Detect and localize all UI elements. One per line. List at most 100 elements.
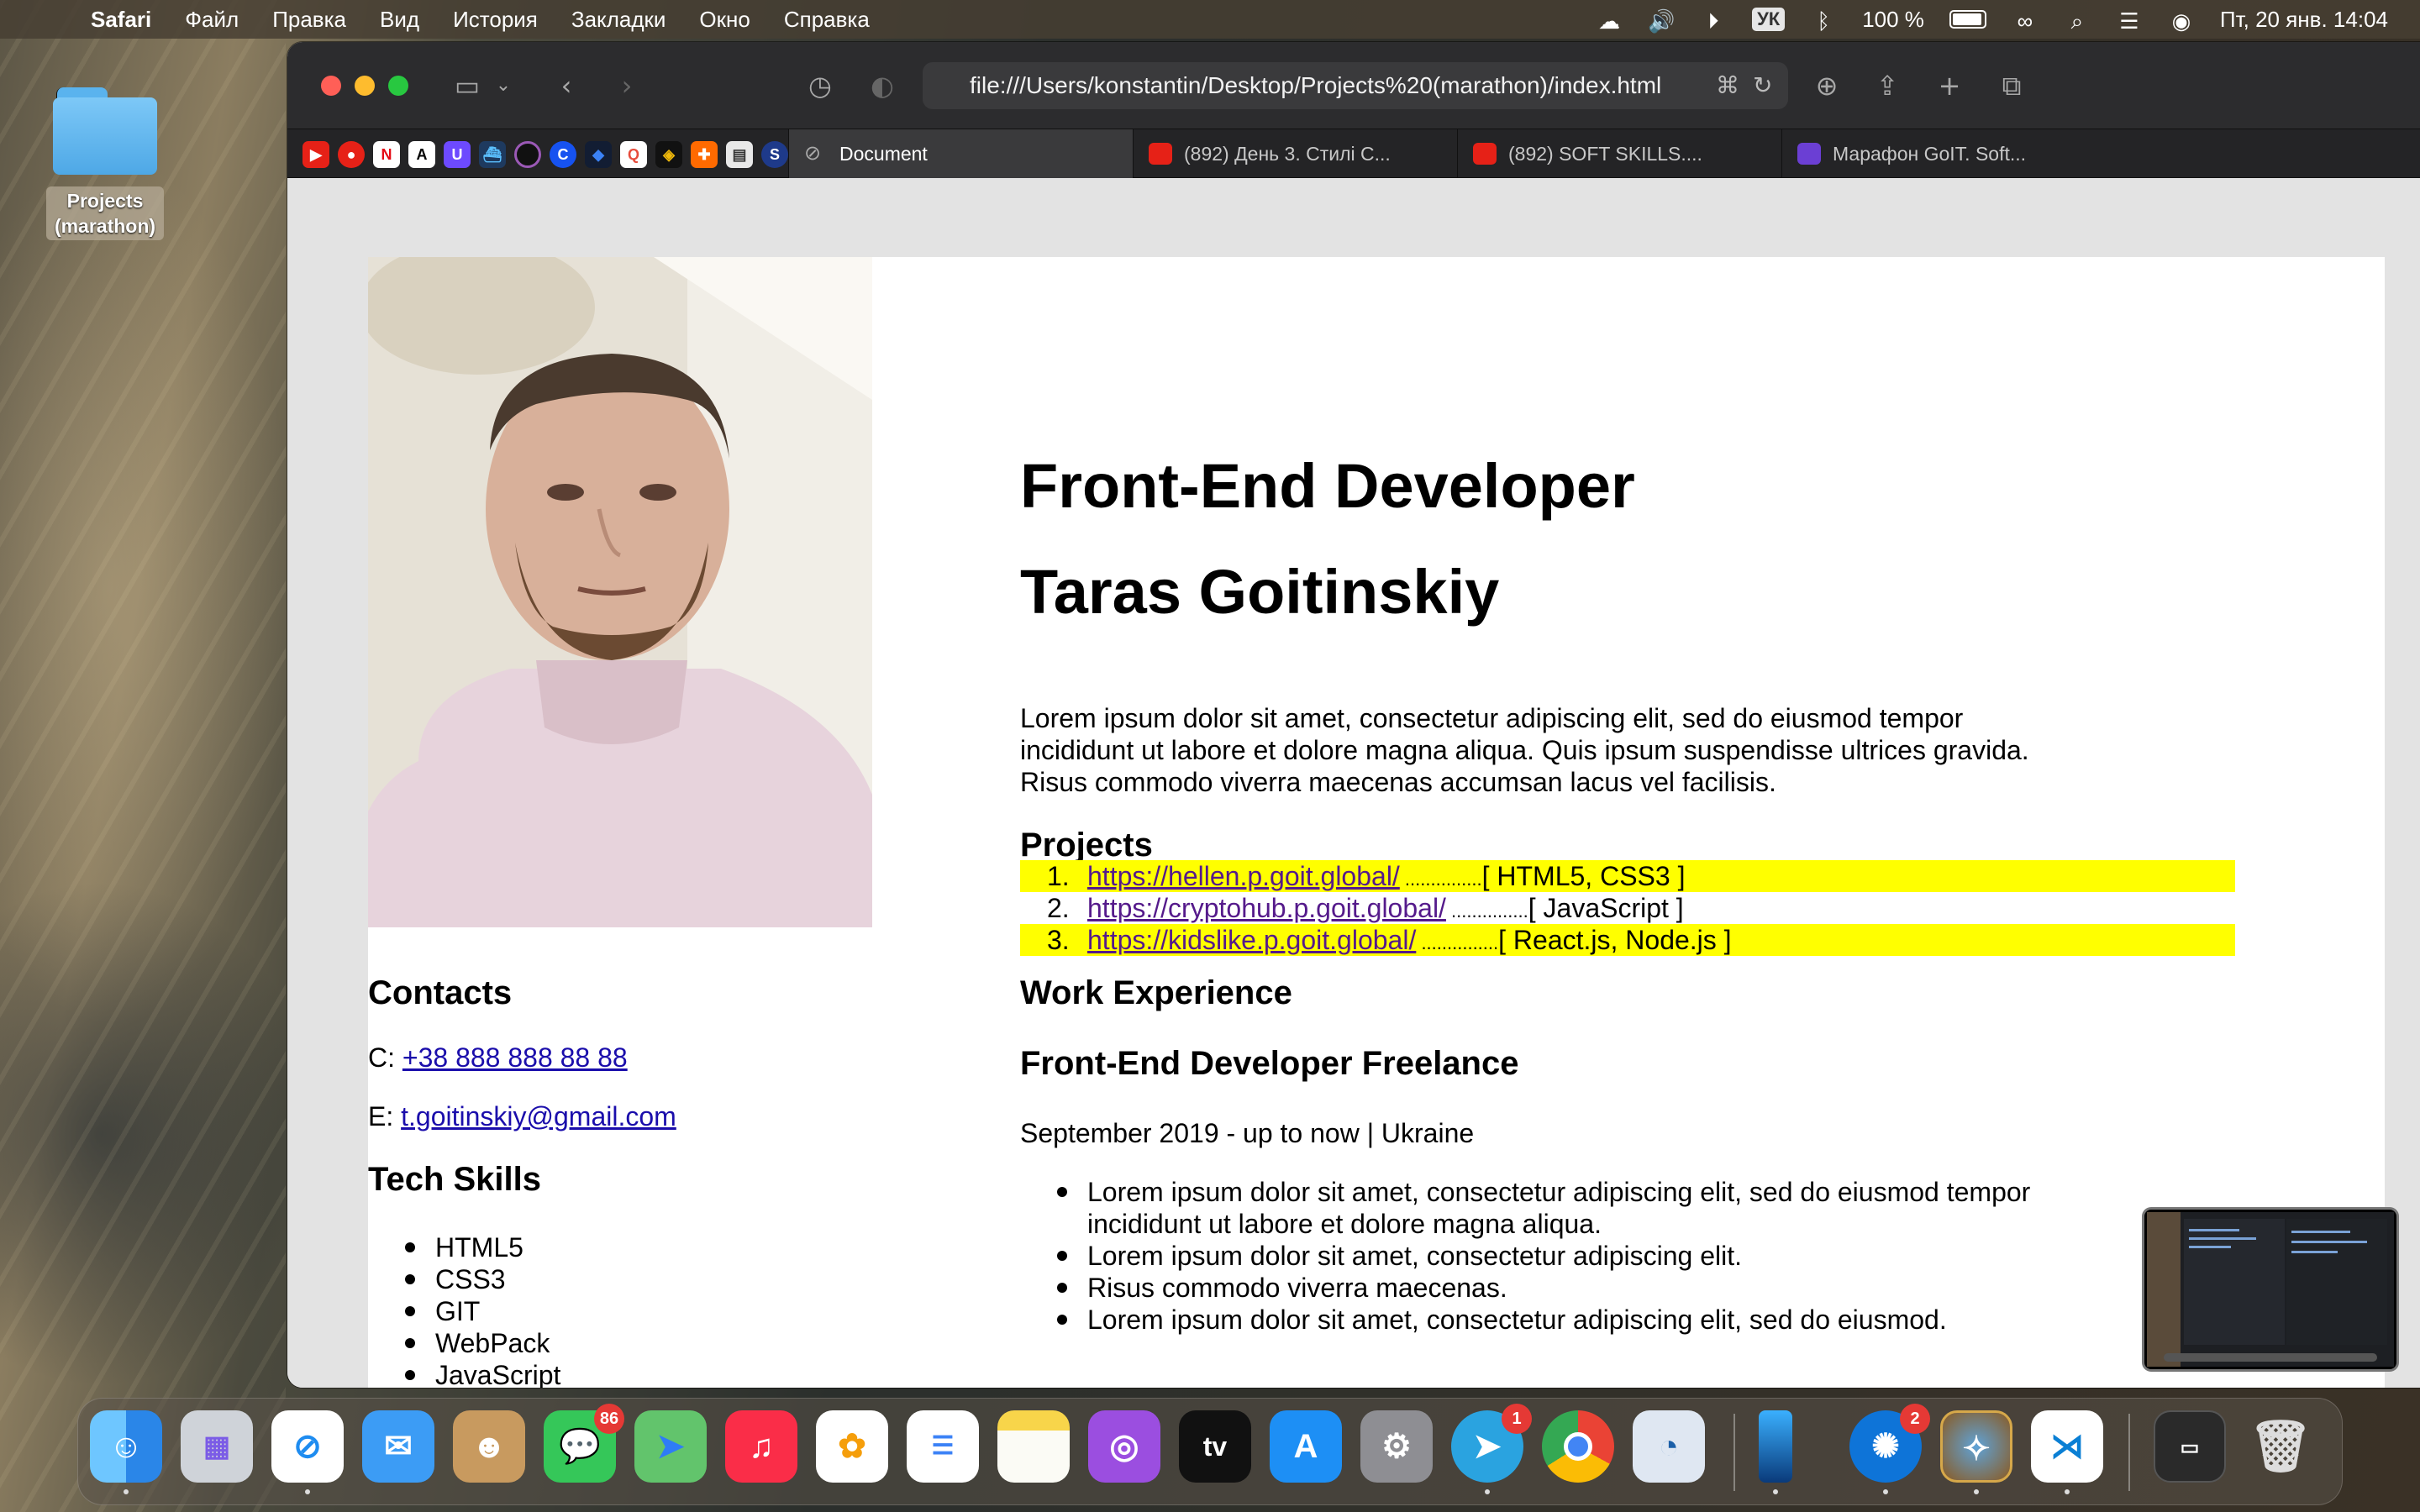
mail-icon[interactable]: ✉	[362, 1410, 434, 1483]
dock: ☺ ▦ ⊘ ✉ ☻ 💬 86 ➤ ♫ ✿ ☰ ◎ tv A ⚙ ➤ 1 ◔ ✺ 2 ✧…	[77, 1398, 2343, 1505]
finder-icon[interactable]: ☺	[90, 1410, 162, 1483]
desktop-folder[interactable]: Projects (marathon)	[46, 77, 164, 245]
menu-help[interactable]: Справка	[784, 7, 870, 33]
person-name: Taras Goitinskiy	[1020, 557, 1500, 627]
resume-sheet: Front-End Developer Taras Goitinskiy Lor…	[368, 257, 2385, 1388]
translate-icon[interactable]: ⌘	[1716, 62, 1739, 109]
email-link[interactable]: t.goitinskiy@gmail.com	[401, 1101, 676, 1131]
menu-view[interactable]: Вид	[380, 7, 419, 33]
running-indicator	[305, 1489, 310, 1494]
control-center-icon[interactable]: ☰	[2116, 8, 2143, 34]
tab-youtube-soft-skills[interactable]: (892) SOFT SKILLS....	[1457, 129, 1781, 178]
tab-youtube-day3[interactable]: (892) День 3. Стилі С...	[1133, 129, 1457, 178]
proton-favorite-icon[interactable]: U	[444, 141, 471, 168]
form-icon	[1797, 143, 1821, 165]
audio-meter-icon[interactable]	[1759, 1410, 1792, 1483]
cloud-sync-icon[interactable]: ☁	[1596, 8, 1623, 34]
search-icon[interactable]: ⌕	[2064, 8, 2091, 34]
tab-marathon-goit[interactable]: Марафон GoIT. Soft...	[1781, 129, 2109, 178]
blockchain-favorite-icon[interactable]: ◆	[585, 141, 612, 168]
phone-row: C: +38 888 888 88 88	[368, 1042, 628, 1073]
apple-icon[interactable]	[34, 5, 62, 34]
telegram-icon[interactable]: ➤ 1	[1451, 1404, 1532, 1483]
maps-icon[interactable]: ➤	[634, 1410, 707, 1483]
zoom-window-button[interactable]	[388, 76, 408, 96]
minimized-window-icon[interactable]: ▭	[2154, 1410, 2226, 1483]
youtube-favorite-icon[interactable]: ▶	[302, 141, 329, 168]
s-app-favorite-icon[interactable]: S	[761, 141, 788, 168]
tab-document[interactable]: ⊘ Document	[788, 129, 1133, 178]
list-item: JavaScript	[368, 1359, 560, 1388]
projects-heading: Projects	[1020, 827, 1153, 864]
menu-file[interactable]: Файл	[185, 7, 239, 33]
pockity-icon[interactable]: ◔	[1633, 1410, 1705, 1483]
coinbase-favorite-icon[interactable]: C	[550, 141, 576, 168]
binance-favorite-icon[interactable]: ◈	[655, 141, 682, 168]
download-icon[interactable]: ⊕	[1808, 69, 1845, 102]
keyboard-layout[interactable]: УК	[1752, 8, 1786, 31]
boat-favorite-icon[interactable]: ⛴	[479, 141, 506, 168]
photos-icon[interactable]: ✿	[816, 1410, 888, 1483]
tab-overview-icon[interactable]: ⧉	[1993, 69, 2030, 102]
phone-link[interactable]: +38 888 888 88 88	[402, 1042, 628, 1073]
link-icon[interactable]: ∞	[2012, 8, 2039, 34]
volume-icon[interactable]: 🔊	[1648, 8, 1675, 34]
q-app-favorite-icon[interactable]: Q	[620, 141, 647, 168]
youtube-icon	[1473, 143, 1497, 165]
reminders-icon[interactable]: ☰	[907, 1410, 979, 1483]
trash-icon[interactable]: 🗑	[2244, 1410, 2317, 1483]
messages-icon[interactable]: 💬 86	[544, 1404, 624, 1483]
plus-favorite-icon[interactable]: ✚	[691, 141, 718, 168]
bluetooth-icon[interactable]: ᛒ	[1810, 8, 1837, 34]
sidebar-icon[interactable]: ▭	[447, 69, 487, 102]
music-icon[interactable]: ♫	[725, 1410, 797, 1483]
notes-icon[interactable]	[997, 1410, 1070, 1483]
battery-icon[interactable]	[1949, 10, 1986, 29]
safari-icon[interactable]: ⊘	[271, 1410, 344, 1483]
running-indicator	[2065, 1489, 2070, 1494]
menu-history[interactable]: История	[453, 7, 538, 33]
share-icon[interactable]: ⇪	[1869, 69, 1906, 102]
back-icon[interactable]: ‹	[550, 69, 583, 102]
siri-icon[interactable]: ◉	[2168, 8, 2195, 34]
reload-icon[interactable]: ↻	[1753, 62, 1772, 109]
chrome-icon[interactable]	[1542, 1410, 1614, 1483]
running-indicator	[1883, 1489, 1888, 1494]
menu-bookmarks[interactable]: Закладки	[571, 7, 666, 33]
docs-favorite-icon[interactable]: ▤	[726, 141, 753, 168]
forward-icon[interactable]: ›	[610, 69, 644, 102]
color-wheel-favorite-icon[interactable]	[514, 141, 541, 168]
window-thumbnail[interactable]	[2144, 1210, 2396, 1369]
system-settings-icon[interactable]: ⚙	[1360, 1410, 1433, 1483]
tab-label: (892) SOFT SKILLS....	[1508, 143, 1702, 165]
contacts-icon[interactable]: ☻	[453, 1410, 525, 1483]
menu-edit[interactable]: Правка	[272, 7, 346, 33]
netflix-favorite-icon[interactable]: N	[373, 141, 400, 168]
tv-icon[interactable]: tv	[1179, 1410, 1251, 1483]
arc-favorite-icon[interactable]: A	[408, 141, 435, 168]
menu-clock[interactable]: Пт, 20 янв. 14:04	[2220, 7, 2388, 33]
project-link[interactable]: https://hellen.p.goit.global/	[1087, 861, 1400, 891]
youtube-music-favorite-icon[interactable]: ●	[338, 141, 365, 168]
intro-line-2: incididunt ut labore et dolore magna ali…	[1020, 735, 2029, 765]
app-store-icon[interactable]: A	[1270, 1410, 1342, 1483]
close-window-button[interactable]	[321, 76, 341, 96]
folder-icon	[53, 87, 157, 175]
play-icon[interactable]: ⏵	[1700, 8, 1727, 34]
menu-window[interactable]: Окно	[699, 7, 750, 33]
menu-safari[interactable]: Safari	[91, 7, 151, 33]
list-number: 3.	[1047, 925, 1070, 955]
project-link[interactable]: https://cryptohub.p.goit.global/	[1087, 893, 1446, 923]
new-tab-icon[interactable]: +	[1931, 69, 1968, 102]
podcasts-icon[interactable]: ◎	[1088, 1410, 1160, 1483]
history-clock-icon[interactable]: ◷	[802, 69, 839, 102]
chevron-down-icon[interactable]: ⌄	[491, 69, 516, 102]
address-bar[interactable]: file:///Users/konstantin/Desktop/Project…	[923, 62, 1788, 109]
hearthstone-icon[interactable]: ✧	[1940, 1410, 2012, 1483]
launchpad-icon[interactable]: ▦	[181, 1410, 253, 1483]
privacy-shield-icon[interactable]: ◐	[864, 69, 901, 102]
project-link[interactable]: https://kidslike.p.goit.global/	[1087, 925, 1416, 955]
battlenet-icon[interactable]: ✺ 2	[1849, 1404, 1930, 1483]
minimize-window-button[interactable]	[355, 76, 375, 96]
vscode-icon[interactable]: ⋊	[2031, 1410, 2103, 1483]
